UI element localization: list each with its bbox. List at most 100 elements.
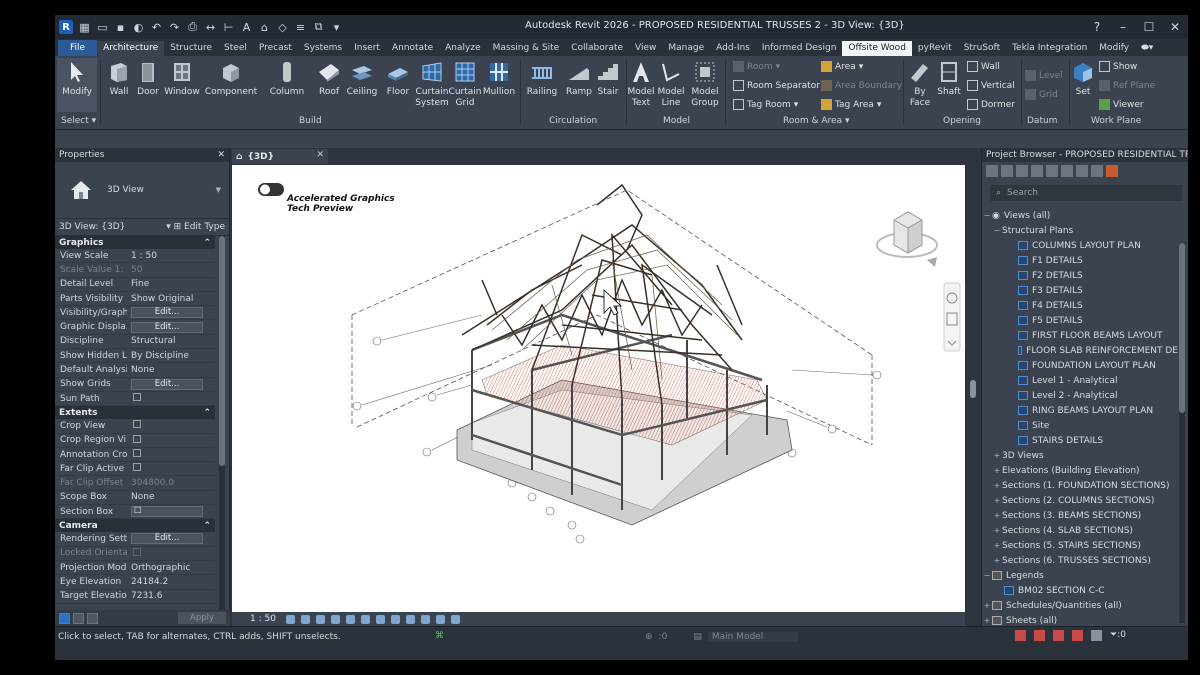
tag-icon[interactable]: A xyxy=(240,21,253,34)
visual-style-icon[interactable] xyxy=(301,614,310,624)
opening-wall-button[interactable]: Wall xyxy=(967,61,1000,72)
tree-item-trusses-sections[interactable]: + Sections (6. TRUSSES SECTIONS) xyxy=(982,553,1178,568)
help-icon[interactable]: ? xyxy=(1084,20,1110,34)
vertical-button[interactable]: Vertical xyxy=(967,80,1015,91)
tree-item-plan[interactable]: STAIRS DETAILS xyxy=(982,433,1178,448)
browser-3d-icon[interactable] xyxy=(1001,164,1013,177)
reveal-hidden-icon[interactable] xyxy=(421,614,430,624)
sun-path-checkbox[interactable] xyxy=(133,393,141,402)
filter-select-icon[interactable]: ⊕ xyxy=(645,632,653,642)
open-icon[interactable]: ▭ xyxy=(96,21,109,34)
select-by-face-icon[interactable] xyxy=(1072,630,1083,641)
tab-analyze[interactable]: Analyze xyxy=(439,41,486,56)
tab-annotate[interactable]: Annotate xyxy=(386,41,439,56)
tab-3d-view[interactable]: ⌂ {3D} ✕ xyxy=(232,149,328,164)
filter-count[interactable]: ⏷:0 xyxy=(1110,630,1128,641)
tree-item-views[interactable]: − ◉ Views (all) xyxy=(982,208,1178,223)
switch-windows-icon[interactable]: ⧉ xyxy=(312,20,325,34)
show-crop-icon[interactable] xyxy=(376,614,385,624)
tree-item-stairs-sections[interactable]: + Sections (5. STAIRS SECTIONS) xyxy=(982,538,1178,553)
measure-icon[interactable]: ↔ xyxy=(204,21,217,34)
select-underlay-icon[interactable] xyxy=(1034,630,1045,641)
tab-architecture[interactable]: Architecture xyxy=(97,41,165,56)
drag-elements-icon[interactable] xyxy=(1091,630,1102,641)
tree-item-plan[interactable]: RING BEAMS LAYOUT PLAN xyxy=(982,403,1178,418)
tree-item-plan[interactable]: FIRST FLOOR BEAMS LAYOUT xyxy=(982,328,1178,343)
show-work-plane-button[interactable]: Show xyxy=(1099,61,1137,72)
tree-item-beams-sections[interactable]: + Sections (3. BEAMS SECTIONS) xyxy=(982,508,1178,523)
browser-search-input[interactable]: ⌕ Search xyxy=(990,185,1182,201)
tab-tekla-integration[interactable]: Tekla Integration xyxy=(1006,41,1093,56)
edit-type-button[interactable]: ▾ ⊞ Edit Type xyxy=(166,222,225,232)
tree-item-plan[interactable]: COLUMNS LAYOUT PLAN xyxy=(982,238,1178,253)
tag-room-button[interactable]: Tag Room ▾ xyxy=(733,99,798,110)
tree-item-plan[interactable]: FOUNDATION LAYOUT PLAN xyxy=(982,358,1178,373)
tab-view[interactable]: View xyxy=(629,41,662,56)
sort-az-icon[interactable] xyxy=(73,612,84,624)
tab-pyrevit[interactable]: pyRevit xyxy=(912,41,958,56)
rendering-settings-edit-button[interactable]: Edit... xyxy=(131,533,203,545)
area-boundary-button[interactable]: Area Boundary xyxy=(821,80,902,91)
tree-item-plan[interactable]: F5 DETAILS xyxy=(982,313,1178,328)
annotation-crop-checkbox[interactable] xyxy=(133,449,141,457)
worksharing-icon[interactable]: ⌘ xyxy=(435,631,444,641)
extents-section[interactable]: Extents ⌃ xyxy=(55,406,215,420)
properties-scrollbar[interactable] xyxy=(219,236,225,616)
save-icon[interactable]: ▪ xyxy=(114,21,127,34)
thin-lines-icon[interactable]: ≡ xyxy=(294,21,307,34)
tree-item-plan[interactable]: Level 1 - Analytical xyxy=(982,373,1178,388)
column-button[interactable]: Column xyxy=(267,58,307,98)
tree-item-structural-plans[interactable]: − Structural Plans xyxy=(982,223,1178,238)
visibility-graphics-edit-button[interactable]: Edit... xyxy=(131,307,203,319)
view-scale[interactable]: 1 : 50 xyxy=(250,614,280,624)
home-icon[interactable]: ▦ xyxy=(78,21,91,34)
level-button[interactable]: Level xyxy=(1025,70,1063,81)
close-icon[interactable]: ✕ xyxy=(217,150,225,160)
view-scrollbar[interactable] xyxy=(965,165,981,626)
tree-item-slab-sections[interactable]: + Sections (4. SLAB SECTIONS) xyxy=(982,523,1178,538)
browser-schedule-icon[interactable] xyxy=(1031,164,1043,177)
tree-item-plan[interactable]: F2 DETAILS xyxy=(982,268,1178,283)
crop-view-checkbox[interactable] xyxy=(133,420,141,429)
shaft-button[interactable]: Shaft xyxy=(929,58,969,98)
camera-section[interactable]: Camera ⌃ xyxy=(55,519,215,533)
redo-icon[interactable]: ↷ xyxy=(168,21,181,34)
tree-item-foundation-sections[interactable]: + Sections (1. FOUNDATION SECTIONS) xyxy=(982,478,1178,493)
tab-add-ins[interactable]: Add-Ins xyxy=(710,41,756,56)
categorized-icon[interactable] xyxy=(59,612,70,624)
graphics-section[interactable]: Graphics ⌃ xyxy=(55,236,215,249)
tab-insert[interactable]: Insert xyxy=(348,41,386,56)
tree-item-legends[interactable]: − Legends xyxy=(982,568,1178,583)
apply-button[interactable]: Apply xyxy=(178,612,226,624)
browser-family-icon[interactable] xyxy=(1061,164,1073,177)
dimension-icon[interactable]: ⊢ xyxy=(222,21,235,34)
select-links-icon[interactable] xyxy=(1015,630,1026,641)
tab-informed-design[interactable]: Informed Design xyxy=(756,41,843,56)
tab-strusoft[interactable]: StruSoft xyxy=(958,41,1006,56)
tab-offsite-wood[interactable]: Offsite Wood xyxy=(842,41,912,56)
tab-massing-site[interactable]: Massing & Site xyxy=(487,41,566,56)
minimize-icon[interactable]: – xyxy=(1110,20,1136,34)
tab-systems[interactable]: Systems xyxy=(298,41,348,56)
close-icon[interactable]: ✕ xyxy=(1162,20,1188,34)
shadows-icon[interactable] xyxy=(331,614,340,624)
customize-qat-icon[interactable]: ▾ xyxy=(330,21,343,34)
tree-item-plan[interactable]: F3 DETAILS xyxy=(982,283,1178,298)
dormer-button[interactable]: Dormer xyxy=(967,99,1015,110)
viewcube-icon[interactable] xyxy=(876,211,938,267)
crop-view-icon[interactable] xyxy=(361,614,370,624)
crop-region-visible-checkbox[interactable] xyxy=(133,434,141,443)
browser-revit-links-icon[interactable] xyxy=(1106,164,1118,177)
sun-path-icon[interactable] xyxy=(316,614,325,624)
detail-level-icon[interactable] xyxy=(286,614,295,624)
browser-scrollbar[interactable] xyxy=(1179,243,1185,623)
tree-item-plan[interactable]: F1 DETAILS xyxy=(982,253,1178,268)
browser-sheet-icon[interactable] xyxy=(1046,164,1058,177)
section-icon[interactable]: ◇ xyxy=(276,21,289,34)
far-clip-active-checkbox[interactable] xyxy=(133,463,141,472)
ribbon-toggle-icon[interactable]: ⬬▾ xyxy=(1135,41,1159,56)
select-pinned-icon[interactable] xyxy=(1053,630,1064,641)
viewer-button[interactable]: Viewer xyxy=(1099,99,1144,110)
revit-logo[interactable]: R xyxy=(59,20,73,34)
component-button[interactable]: Component xyxy=(205,58,257,98)
